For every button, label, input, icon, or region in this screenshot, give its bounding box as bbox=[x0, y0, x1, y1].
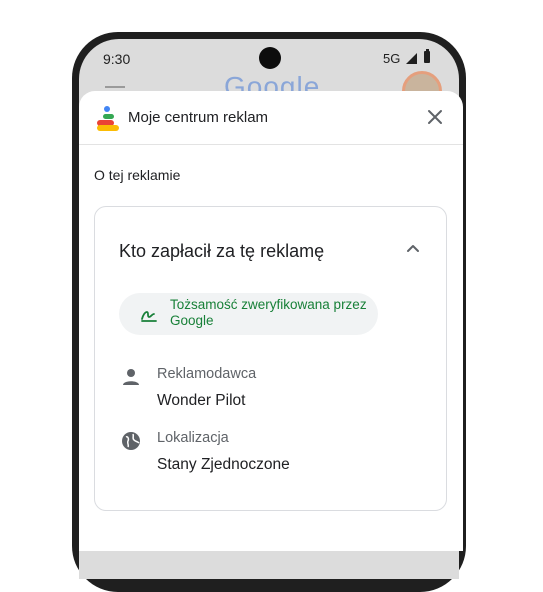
verified-signature-icon bbox=[141, 311, 157, 322]
menu-icon[interactable] bbox=[105, 86, 125, 88]
advertiser-label: Reklamodawca bbox=[157, 366, 257, 382]
advertiser-value: Wonder Pilot bbox=[157, 392, 246, 409]
sheet-title: Moje centrum reklam bbox=[128, 109, 269, 126]
battery-icon bbox=[424, 49, 430, 63]
location-value: Stany Zjednoczone bbox=[157, 456, 290, 473]
close-icon[interactable] bbox=[427, 109, 443, 125]
card-title: Kto zapłacił za tę reklamę bbox=[119, 241, 325, 261]
ad-info-sheet: Moje centrum reklam O tej reklamie Kto z… bbox=[79, 91, 463, 551]
verified-text: Tożsamość zweryfikowana przez Google bbox=[170, 297, 367, 328]
ad-payer-card: Kto zapłacił za tę reklamę Tożsamość zwe… bbox=[94, 206, 447, 511]
person-icon bbox=[123, 369, 139, 385]
verified-identity-badge: Tożsamość zweryfikowana przez Google bbox=[119, 293, 378, 335]
status-time: 9:30 bbox=[103, 51, 131, 67]
sheet-header: Moje centrum reklam bbox=[79, 91, 463, 145]
location-label: Lokalizacja bbox=[157, 430, 229, 446]
camera-cutout bbox=[259, 47, 281, 69]
section-label: O tej reklamie bbox=[94, 167, 181, 183]
ads-center-logo-icon bbox=[97, 106, 119, 131]
network-indicator: 5G bbox=[383, 51, 401, 66]
signal-icon bbox=[406, 53, 417, 64]
globe-icon bbox=[122, 432, 140, 450]
chevron-up-icon[interactable] bbox=[406, 243, 420, 253]
